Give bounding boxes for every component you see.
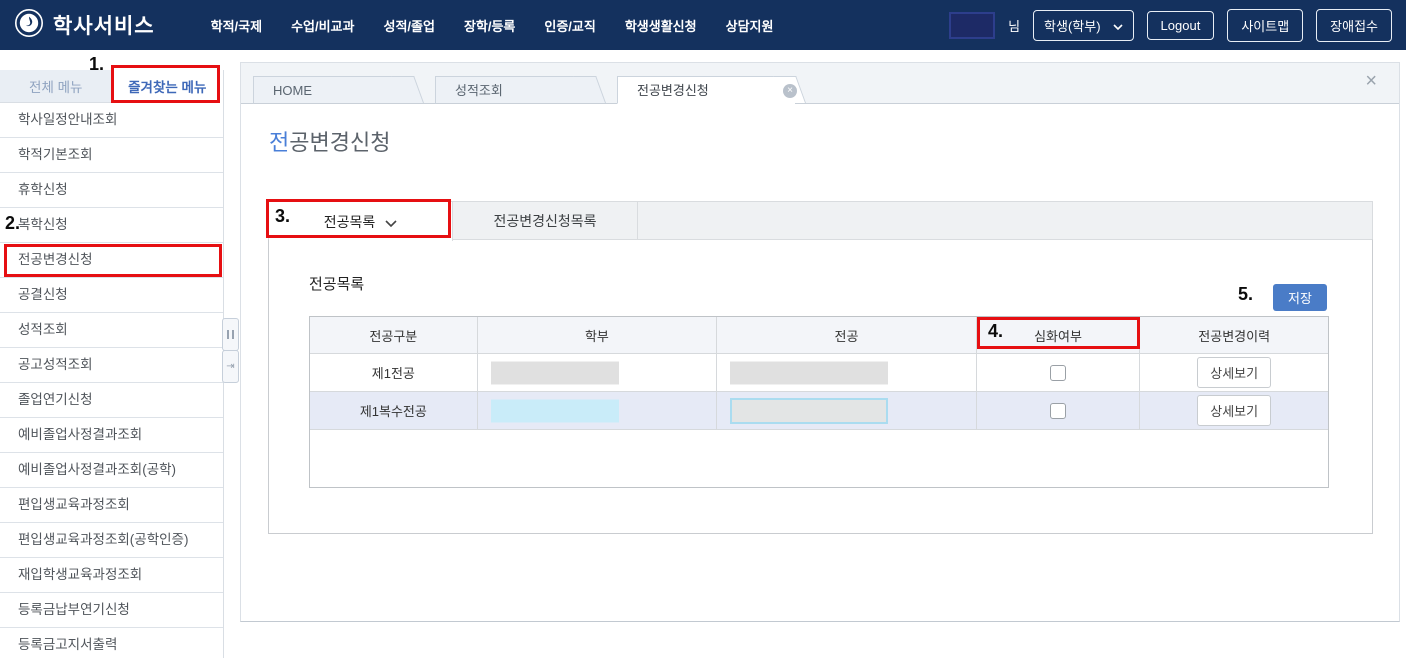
col-header-faculty: 학부 xyxy=(478,317,718,354)
cell-major xyxy=(717,354,976,392)
nav-item-scholarship-registration[interactable]: 장학/등록 xyxy=(464,16,515,35)
nav-item-certification[interactable]: 인증/교직 xyxy=(544,16,595,35)
role-select[interactable]: 학생(학부) xyxy=(1033,10,1134,41)
support-button[interactable]: 장애접수 xyxy=(1316,9,1392,42)
table-row: 제1복수전공 상세보기 xyxy=(310,392,1328,430)
tab-major-change-label: 전공변경신청 xyxy=(637,83,709,98)
brand[interactable]: 학사서비스 xyxy=(14,8,155,43)
sidebar-item[interactable]: 예비졸업사정결과조회(공학) xyxy=(0,453,223,488)
sidebar-item[interactable]: 편입생교육과정조회 xyxy=(0,488,223,523)
close-icon[interactable]: × xyxy=(1365,71,1377,91)
cell-intensive xyxy=(977,354,1141,392)
faculty-value-redacted xyxy=(491,361,619,384)
sidebar-item[interactable]: 학사일정안내조회 xyxy=(0,103,223,138)
nav-item-student-life[interactable]: 학생생활신청 xyxy=(625,16,697,35)
table-header-row: 전공구분 학부 전공 심화여부 전공변경이력 xyxy=(310,317,1328,354)
cell-faculty xyxy=(478,392,718,430)
sidebar-item-major-change[interactable]: 전공변경신청 xyxy=(0,243,223,278)
cell-major xyxy=(717,392,976,430)
chevron-down-icon xyxy=(1113,18,1123,33)
cell-faculty xyxy=(478,354,718,392)
col-header-intensive: 심화여부 xyxy=(977,317,1141,354)
sidebar-collapse-button[interactable]: ⇥ xyxy=(222,350,239,383)
sidebar-item[interactable]: 등록금납부연기신청 xyxy=(0,593,223,628)
sidebar-menu: 학사일정안내조회 학적기본조회 휴학신청 복학신청 전공변경신청 공결신청 성적… xyxy=(0,103,223,658)
major-list-panel: 전공목록 저장 전공구분 학부 전공 심화여부 전공변경이력 제1전공 상세보기 xyxy=(268,239,1373,534)
tab-all-menu[interactable]: 전체 메뉴 xyxy=(0,70,112,102)
col-header-change-history: 전공변경이력 xyxy=(1140,317,1328,354)
app-root: 학사서비스 학적/국제 수업/비교과 성적/졸업 장학/등록 인증/교직 학생생… xyxy=(0,0,1406,658)
global-nav: 학적/국제 수업/비교과 성적/졸업 장학/등록 인증/교직 학생생활신청 상담… xyxy=(211,16,774,35)
sidebar-item[interactable]: 등록금고지서출력 xyxy=(0,628,223,658)
collapse-arrow-icon: ⇥ xyxy=(226,361,234,372)
sidebar-resize-handle[interactable] xyxy=(222,318,239,351)
major-value-redacted xyxy=(730,398,888,424)
nav-item-courses[interactable]: 수업/비교과 xyxy=(291,16,354,35)
save-button[interactable]: 저장 xyxy=(1273,284,1327,311)
sidebar-item[interactable]: 공결신청 xyxy=(0,278,223,313)
detail-view-button[interactable]: 상세보기 xyxy=(1197,395,1271,426)
logout-button[interactable]: Logout xyxy=(1147,11,1215,40)
sidebar-item[interactable]: 편입생교육과정조회(공학인증) xyxy=(0,523,223,558)
nav-item-records-international[interactable]: 학적/국제 xyxy=(211,16,262,35)
detail-view-button[interactable]: 상세보기 xyxy=(1197,357,1271,388)
intensive-checkbox[interactable] xyxy=(1050,403,1066,419)
faculty-value-redacted xyxy=(491,399,619,422)
table-empty-area xyxy=(310,430,1328,487)
role-select-value: 학생(학부) xyxy=(1044,16,1101,35)
cell-major-type: 제1복수전공 xyxy=(310,392,478,430)
table-row: 제1전공 상세보기 xyxy=(310,354,1328,392)
cell-change-history: 상세보기 xyxy=(1140,392,1328,430)
tab-major-change-list[interactable]: 전공변경신청목록 xyxy=(453,202,638,239)
main-content: HOME 성적조회 전공변경신청 × × 전공변경신청 전공목록 전공변경신청목… xyxy=(240,62,1400,622)
university-logo-icon xyxy=(14,8,44,43)
section-title: 전공목록 xyxy=(309,273,364,294)
cell-intensive xyxy=(977,392,1141,430)
sidebar-item[interactable]: 졸업연기신청 xyxy=(0,383,223,418)
page-title-accent: 전 xyxy=(269,130,289,155)
user-suffix: 님 xyxy=(1008,16,1020,35)
grip-icon xyxy=(227,330,234,339)
sidebar-collapse-controls: ⇥ xyxy=(222,318,239,383)
major-value-redacted xyxy=(730,361,888,384)
nav-item-grades-graduation[interactable]: 성적/졸업 xyxy=(383,16,434,35)
cell-change-history: 상세보기 xyxy=(1140,354,1328,392)
tab-close-icon[interactable]: × xyxy=(783,84,797,98)
topbar-right: 님 학생(학부) Logout 사이트맵 장애접수 xyxy=(949,9,1392,42)
sidebar-item[interactable]: 성적조회 xyxy=(0,313,223,348)
app-title: 학사서비스 xyxy=(53,10,155,40)
sidebar-item[interactable]: 예비졸업사정결과조회 xyxy=(0,418,223,453)
sidebar-item[interactable]: 학적기본조회 xyxy=(0,138,223,173)
top-navbar: 학사서비스 학적/국제 수업/비교과 성적/졸업 장학/등록 인증/교직 학생생… xyxy=(0,0,1406,50)
page-title: 전공변경신청 xyxy=(269,125,390,157)
col-header-major: 전공 xyxy=(717,317,976,354)
sidebar-item[interactable]: 복학신청 xyxy=(0,208,223,243)
sidebar: 전체 메뉴 즐겨찾는 메뉴 학사일정안내조회 학적기본조회 휴학신청 복학신청 … xyxy=(0,70,224,658)
sidebar-tabs: 전체 메뉴 즐겨찾는 메뉴 xyxy=(0,70,223,103)
username-redacted xyxy=(949,12,995,39)
sidebar-item[interactable]: 공고성적조회 xyxy=(0,348,223,383)
tab-favorite-menu[interactable]: 즐겨찾는 메뉴 xyxy=(112,70,224,103)
tab-grade-inquiry[interactable]: 성적조회 xyxy=(435,76,595,104)
nav-item-counseling[interactable]: 상담지원 xyxy=(726,16,774,35)
cell-major-type: 제1전공 xyxy=(310,354,478,392)
inner-tabbar: 전공목록 전공변경신청목록 xyxy=(268,201,1373,239)
page-title-rest: 공변경신청 xyxy=(289,130,390,155)
sidebar-item[interactable]: 재입학생교육과정조회 xyxy=(0,558,223,593)
sidebar-item[interactable]: 휴학신청 xyxy=(0,173,223,208)
chevron-down-icon xyxy=(385,214,397,230)
sitemap-button[interactable]: 사이트맵 xyxy=(1227,9,1303,42)
tab-major-change[interactable]: 전공변경신청 × xyxy=(617,76,795,104)
col-header-major-type: 전공구분 xyxy=(310,317,478,354)
intensive-checkbox[interactable] xyxy=(1050,365,1066,381)
content-tabbar: HOME 성적조회 전공변경신청 × × xyxy=(241,63,1399,104)
tab-major-list[interactable]: 전공목록 xyxy=(269,202,453,241)
tab-home[interactable]: HOME xyxy=(253,76,413,104)
tab-major-list-label: 전공목록 xyxy=(324,212,376,232)
major-table: 전공구분 학부 전공 심화여부 전공변경이력 제1전공 상세보기 제1복수전공 xyxy=(309,316,1329,488)
